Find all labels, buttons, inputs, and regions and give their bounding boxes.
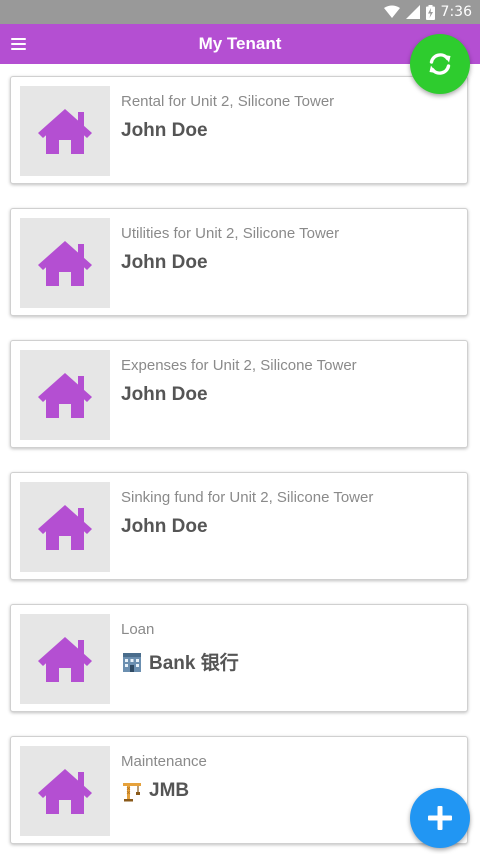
house-icon: [38, 373, 92, 418]
house-icon: [38, 637, 92, 682]
card-title-text: Bank 银行: [149, 653, 239, 674]
card-thumbnail: [20, 746, 110, 836]
card-item[interactable]: Expenses for Unit 2, Silicone Tower John…: [10, 340, 468, 448]
card-title: John Doe: [121, 516, 208, 538]
card-item[interactable]: Utilities for Unit 2, Silicone Tower Joh…: [10, 208, 468, 316]
card-title: John Doe: [121, 120, 208, 142]
card-title: John Doe: [121, 384, 208, 406]
bank-building-icon: [121, 651, 143, 673]
add-button[interactable]: [410, 788, 470, 848]
card-item[interactable]: Rental for Unit 2, Silicone Tower John D…: [10, 76, 468, 184]
refresh-icon: [429, 53, 451, 75]
card-title-text: John Doe: [121, 252, 208, 273]
card-thumbnail: [20, 218, 110, 308]
status-time: 7:36: [440, 4, 472, 20]
card-title: Bank 银行: [121, 648, 239, 675]
signal-icon: [405, 5, 420, 19]
status-icons: 7:36: [383, 2, 472, 22]
refresh-button[interactable]: [410, 34, 470, 94]
card-title-text: John Doe: [121, 516, 208, 537]
house-icon: [38, 505, 92, 550]
card-subtitle: Loan: [121, 621, 155, 638]
house-icon: [38, 241, 92, 286]
card-subtitle: Maintenance: [121, 753, 207, 770]
card-thumbnail: [20, 482, 110, 572]
construction-crane-icon: [121, 780, 143, 802]
card-subtitle: Expenses for Unit 2, Silicone Tower: [121, 357, 357, 374]
card-title: John Doe: [121, 252, 208, 274]
house-icon: [38, 109, 92, 154]
status-bar: 7:36: [0, 0, 480, 24]
page-title: My Tenant: [198, 34, 282, 53]
card-subtitle: Rental for Unit 2, Silicone Tower: [121, 93, 335, 110]
card-item[interactable]: Loan Bank 银行: [10, 604, 468, 712]
wifi-icon: [383, 5, 400, 18]
card-title: JMB: [121, 780, 189, 802]
card-item[interactable]: Sinking fund for Unit 2, Silicone Tower …: [10, 472, 468, 580]
card-thumbnail: [20, 350, 110, 440]
card-subtitle: Sinking fund for Unit 2, Silicone Tower: [121, 489, 374, 506]
card-thumbnail: [20, 86, 110, 176]
plus-icon: [428, 806, 452, 830]
card-title-text: John Doe: [121, 384, 208, 405]
card-title-text: John Doe: [121, 120, 208, 141]
card-thumbnail: [20, 614, 110, 704]
card-title-text: JMB: [149, 780, 190, 801]
app-bar: My Tenant: [0, 24, 480, 64]
battery-icon: [425, 4, 435, 20]
house-icon: [38, 769, 92, 814]
card-subtitle: Utilities for Unit 2, Silicone Tower: [121, 225, 340, 242]
card-item[interactable]: Maintenance JMB: [10, 736, 468, 844]
